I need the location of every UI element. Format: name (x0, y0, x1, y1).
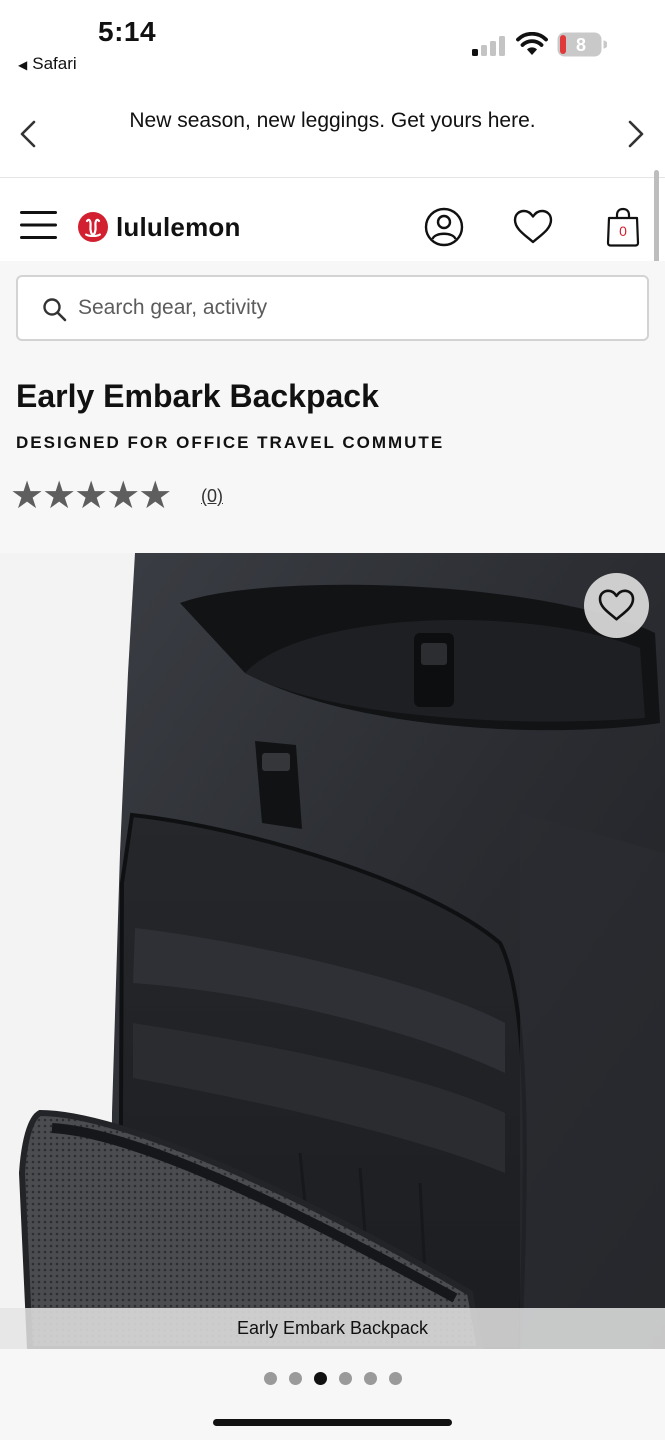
back-app-label: Safari (32, 54, 77, 73)
carousel-dot[interactable] (388, 1372, 402, 1385)
search-bar[interactable] (16, 275, 649, 341)
back-triangle-icon: ◀ (18, 58, 28, 72)
site-header: lululemon 0 (0, 179, 665, 261)
battery-icon: 8 (557, 32, 608, 57)
brand-logo-text[interactable]: lululemon (116, 212, 241, 243)
wifi-icon (516, 32, 548, 55)
review-count-link[interactable]: (0) (201, 486, 223, 507)
account-icon[interactable] (424, 207, 464, 247)
lululemon-logo-icon[interactable] (78, 212, 108, 242)
rating-stars[interactable]: ★★★★★ (10, 476, 172, 516)
chevron-left-icon[interactable] (18, 120, 38, 148)
chevron-right-icon[interactable] (626, 120, 646, 148)
carousel-dot[interactable] (288, 1372, 302, 1385)
status-bar: 5:14 ◀ Safari 8 (0, 0, 665, 84)
back-to-safari[interactable]: ◀ Safari (18, 54, 77, 74)
carousel-dot[interactable] (363, 1372, 377, 1385)
hamburger-menu-icon[interactable] (20, 210, 57, 240)
signal-icon (472, 36, 505, 56)
search-input[interactable] (78, 290, 618, 326)
promo-link[interactable]: New season, new leggings. Get yours here… (70, 109, 595, 133)
add-to-wishlist-button[interactable] (584, 573, 649, 638)
bag-count: 0 (619, 223, 627, 239)
battery-level: 8 (576, 35, 586, 55)
product-activities: DESIGNED FOR OFFICE TRAVEL COMMUTE (16, 433, 445, 452)
carousel-dot[interactable] (338, 1372, 352, 1385)
product-title: Early Embark Backpack (16, 378, 379, 414)
heart-icon (598, 589, 635, 621)
product-page: 5:14 ◀ Safari 8 New season, new leggings… (0, 0, 665, 1440)
carousel-dot[interactable] (263, 1372, 277, 1385)
search-icon (43, 298, 67, 322)
product-image-carousel[interactable]: Early Embark Backpack (0, 553, 665, 1349)
home-indicator[interactable] (213, 1419, 452, 1426)
carousel-dots (0, 1372, 665, 1388)
promo-banner: New season, new leggings. Get yours here… (0, 84, 665, 178)
backpack-photo (0, 553, 665, 1349)
heart-icon[interactable] (513, 209, 553, 245)
carousel-dot-active[interactable] (313, 1372, 327, 1385)
status-time: 5:14 (98, 16, 157, 47)
image-caption: Early Embark Backpack (0, 1308, 665, 1349)
